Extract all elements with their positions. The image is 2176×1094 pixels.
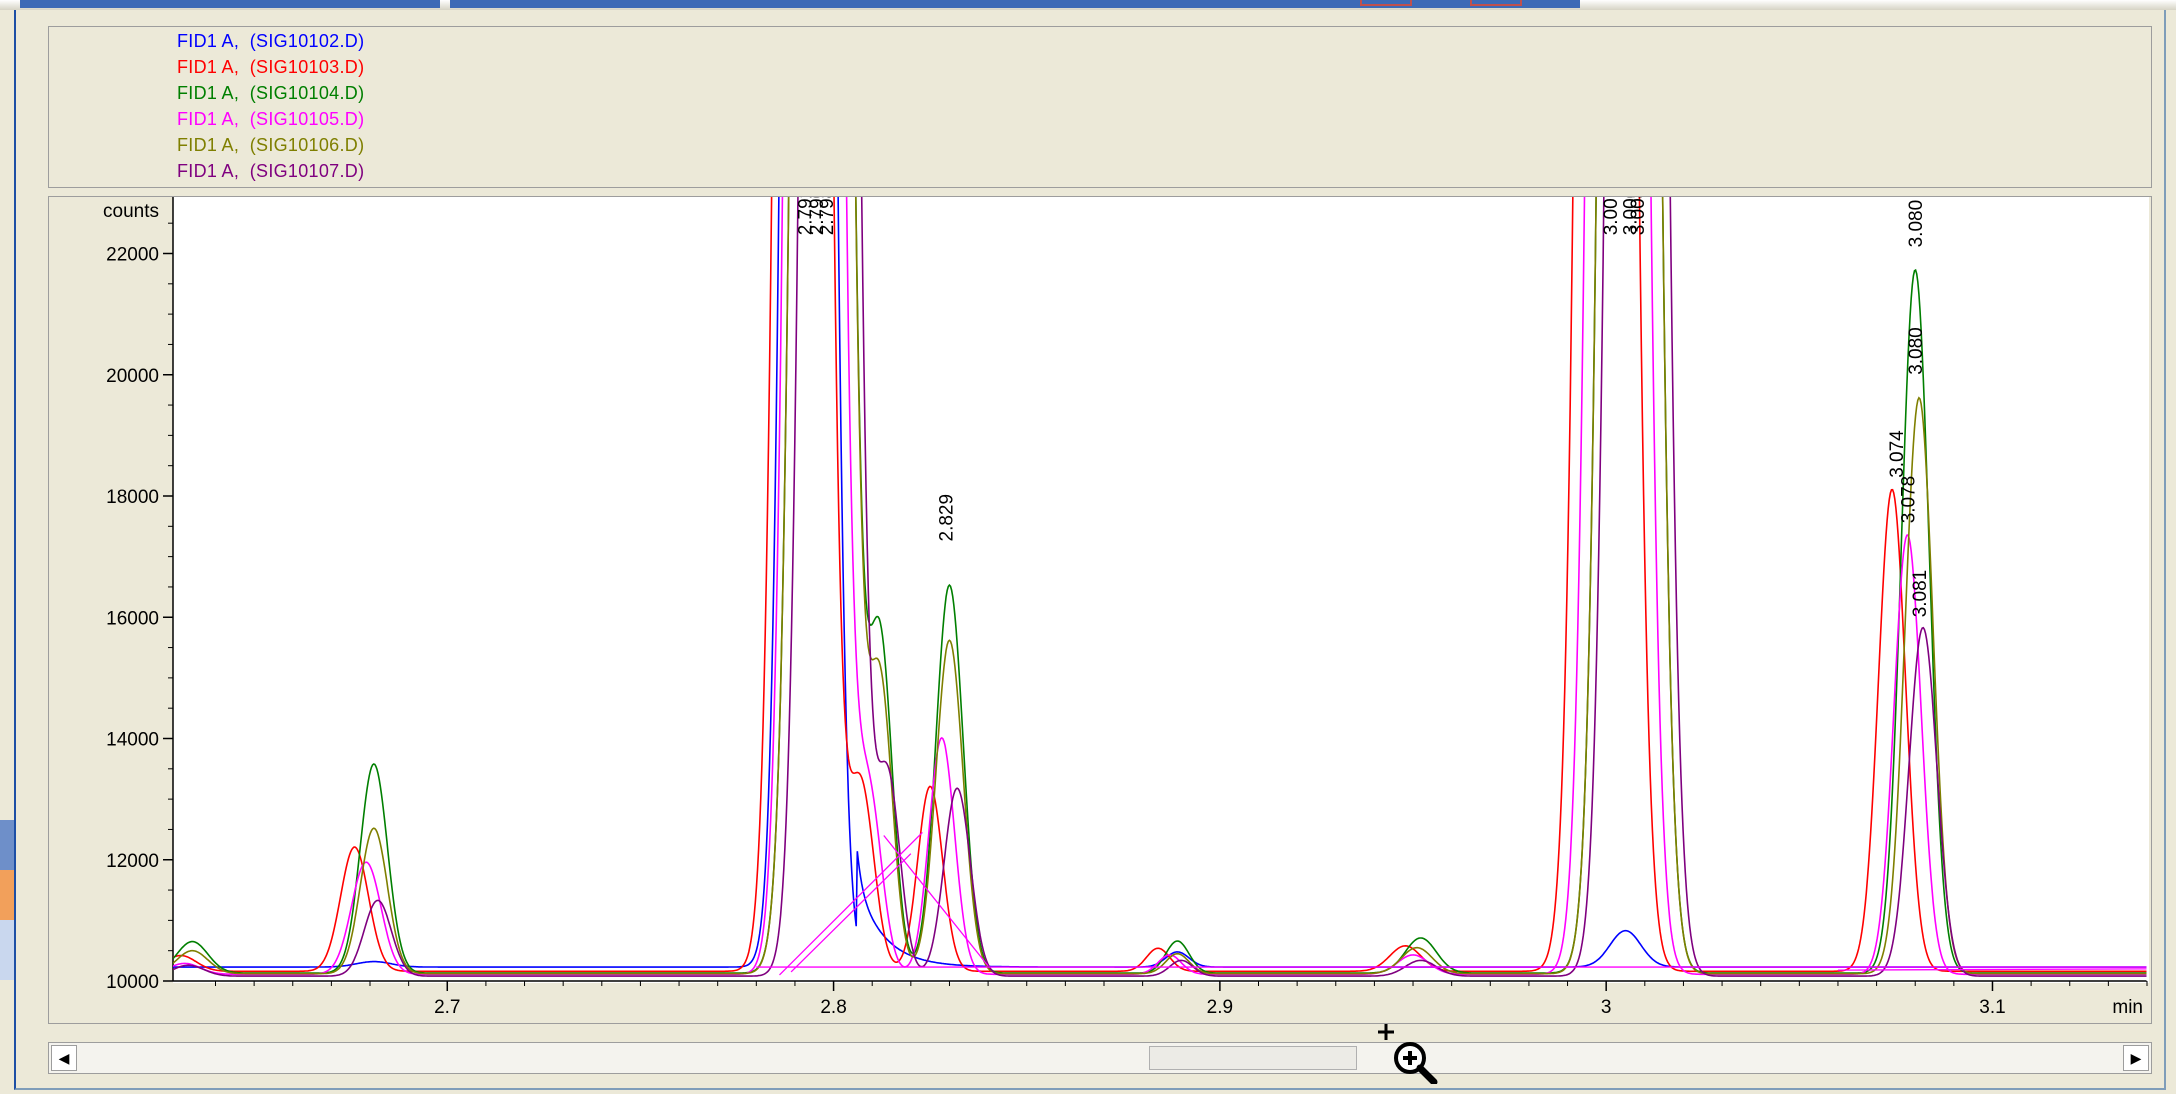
peak-label: 3.080 <box>1906 200 1927 248</box>
toolbar-button[interactable] <box>1360 0 1412 6</box>
legend-item: FID1 A, (SIG10103.D) <box>177 57 365 77</box>
legend-panel: FID1 A, (SIG10102.D) FID1 A, (SIG10103.D… <box>48 26 2152 188</box>
y-tick-label: 22000 <box>106 245 159 266</box>
peak-label: 3.008 <box>1628 197 1649 235</box>
plot-background <box>173 197 2149 983</box>
peak-label: 3.078 <box>1899 476 1920 524</box>
peak-label: 2.829 <box>937 494 958 542</box>
legend-item: FID1 A, (SIG10106.D) <box>177 135 365 155</box>
legend-item: FID1 A, (SIG10107.D) <box>177 161 365 181</box>
peak-label: 3.080 <box>1906 327 1927 375</box>
x-tick-label: 2.8 <box>820 997 846 1018</box>
peak-label: 3.001 <box>1601 197 1622 235</box>
chart-panel[interactable]: 10000 12000 14000 16000 18000 20000 22000 count… <box>48 196 2152 1024</box>
peak-label: 3.081 <box>1910 570 1931 618</box>
chromatogram-chart[interactable]: 10000 12000 14000 16000 18000 20000 22000 count… <box>49 197 2151 1023</box>
x-tick-label: 3 <box>1601 997 1612 1018</box>
legend-item: FID1 A, (SIG10104.D) <box>177 83 365 103</box>
y-tick-label: 14000 <box>106 730 159 751</box>
x-tick-label: 3.1 <box>1979 997 2005 1018</box>
y-tick-label: 18000 <box>106 487 159 508</box>
scroll-right-button[interactable]: ▶ <box>2123 1045 2149 1071</box>
window-top-strip <box>0 0 2176 10</box>
chromatogram-window: FID1 A, (SIG10102.D) FID1 A, (SIG10103.D… <box>0 0 2176 1094</box>
peak-label: 3.074 <box>1887 430 1908 478</box>
horizontal-scrollbar[interactable]: ◀ ▶ <box>48 1042 2152 1074</box>
left-panel-edge <box>0 820 14 980</box>
title-bar-segment <box>20 0 440 8</box>
y-tick-label: 10000 <box>106 972 159 993</box>
scroll-thumb[interactable] <box>1149 1046 1357 1070</box>
y-tick-label: 16000 <box>106 608 159 629</box>
y-axis-label: counts <box>103 201 159 222</box>
x-axis-unit: min <box>2112 997 2143 1018</box>
y-tick-label: 12000 <box>106 851 159 872</box>
legend-item: FID1 A, (SIG10105.D) <box>177 109 365 129</box>
toolbar-button[interactable] <box>1470 0 1522 6</box>
legend-item: FID1 A, (SIG10102.D) <box>177 31 365 51</box>
y-tick-label: 20000 <box>106 366 159 387</box>
scroll-left-button[interactable]: ◀ <box>51 1045 77 1071</box>
zoom-in-cursor-icon <box>1378 1024 1438 1084</box>
peak-label: 2.798 <box>817 197 838 235</box>
x-tick-label: 2.7 <box>434 997 460 1018</box>
x-tick-label: 2.9 <box>1207 997 1233 1018</box>
